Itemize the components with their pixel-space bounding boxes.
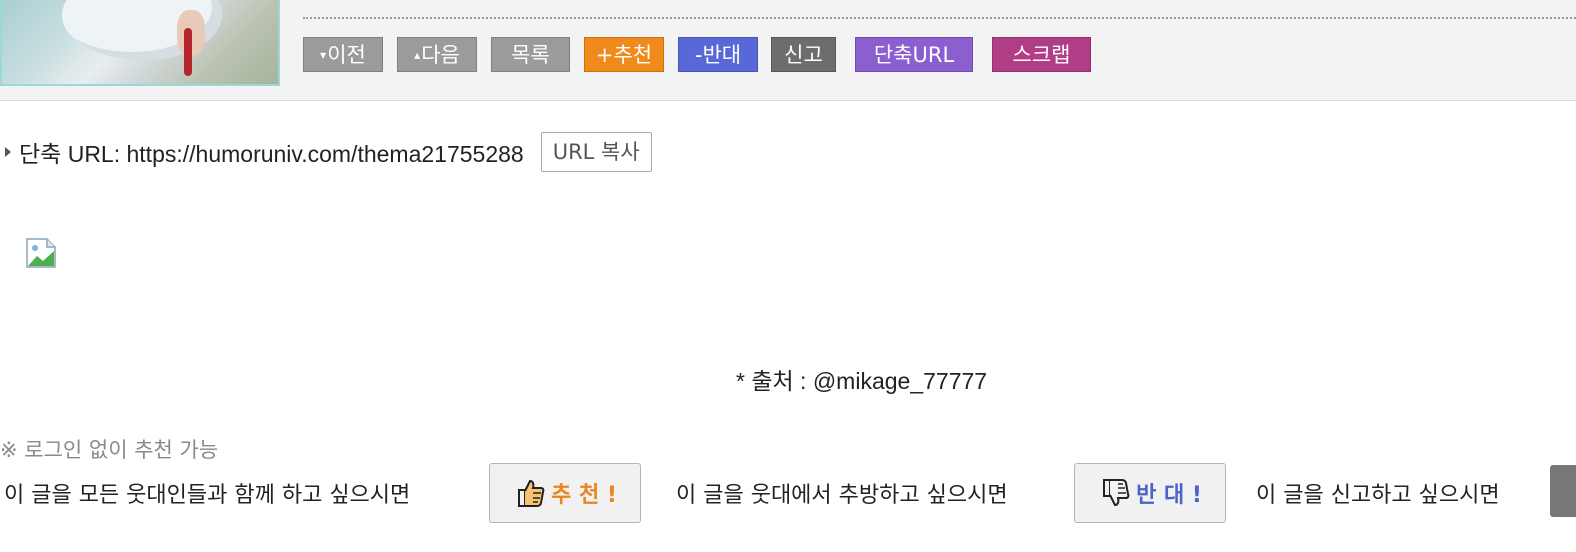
recommend-button[interactable]: +추천 bbox=[584, 37, 664, 72]
short-url-button[interactable]: 단축URL bbox=[855, 37, 973, 72]
chevron-up-icon: ▴ bbox=[414, 48, 421, 62]
recommend-vote-button[interactable]: 추 천 ! bbox=[489, 463, 641, 523]
prev-button[interactable]: ▾이전 bbox=[303, 37, 383, 72]
copy-url-button[interactable]: URL 복사 bbox=[540, 132, 652, 172]
chevron-down-icon: ▾ bbox=[320, 48, 327, 62]
next-button[interactable]: ▴다음 bbox=[397, 37, 477, 72]
report-vote-button[interactable] bbox=[1550, 465, 1576, 517]
recommend-prompt: 이 글을 모든 웃대인들과 함께 하고 싶으시면 bbox=[4, 483, 411, 508]
oppose-prompt: 이 글을 웃대에서 추방하고 싶으시면 bbox=[676, 483, 1008, 508]
list-button[interactable]: 목록 bbox=[491, 37, 570, 72]
short-url-text: 단축 URL: https://humoruniv.com/thema21755… bbox=[19, 141, 524, 167]
report-prompt: 이 글을 신고하고 싶으시면 bbox=[1256, 483, 1500, 508]
report-button[interactable]: 신고 bbox=[771, 37, 836, 72]
short-url-row: 단축 URL: https://humoruniv.com/thema21755… bbox=[5, 131, 652, 173]
author-avatar bbox=[0, 0, 280, 86]
bullet-triangle-icon bbox=[5, 147, 11, 157]
thumbs-up-icon bbox=[518, 479, 545, 507]
oppose-vote-button[interactable]: 반 대 ! bbox=[1074, 463, 1226, 523]
scrap-button[interactable]: 스크랩 bbox=[992, 37, 1091, 72]
source-credit: * 출처 : @mikage_77777 bbox=[736, 368, 988, 394]
voting-row: 이 글을 모든 웃대인들과 함께 하고 싶으시면 추 천 ! 이 글을 웃대에서… bbox=[0, 463, 1576, 523]
divider bbox=[303, 17, 1576, 19]
thumbs-down-icon bbox=[1103, 479, 1130, 507]
oppose-button[interactable]: -반대 bbox=[678, 37, 758, 72]
broken-image-icon bbox=[26, 238, 56, 268]
login-free-note: ※ 로그인 없이 추천 가능 bbox=[0, 438, 219, 462]
post-header-bar: ▾이전 ▴다음 목록 +추천 -반대 신고 단축URL 스크랩 bbox=[0, 0, 1576, 101]
